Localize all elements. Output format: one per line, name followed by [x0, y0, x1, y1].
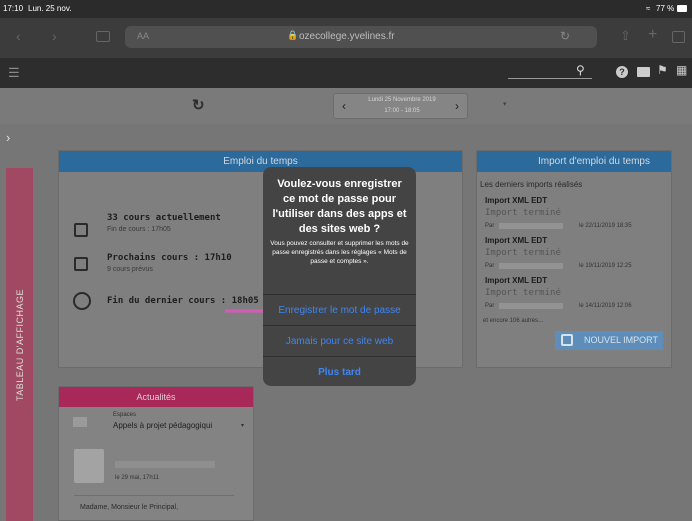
import-title[interactable]: Import XML EDT — [485, 196, 547, 205]
divider — [74, 495, 234, 496]
import-icon — [561, 334, 573, 346]
refresh-icon[interactable]: ↻ — [192, 96, 205, 114]
share-icon[interactable]: ⇧ — [620, 28, 631, 44]
expand-icon[interactable]: › — [6, 130, 10, 145]
save-password-button[interactable]: Enregistrer le mot de passe — [263, 294, 416, 325]
dialog-message: Vous pouvez consulter et supprimer les m… — [270, 240, 409, 265]
tabs-icon[interactable] — [672, 31, 685, 43]
space-label: Espaces — [113, 412, 137, 418]
address-bar[interactable]: AA 🔒 ozecollege.yvelines.fr ↻ — [125, 26, 597, 48]
news-message: Madame, Monsieur le Principal, — [80, 504, 179, 511]
redacted-name — [499, 303, 563, 309]
menu-icon[interactable]: ☰ — [8, 65, 20, 81]
redacted-name — [499, 223, 563, 229]
side-tab-tableau-affichage[interactable]: TABLEAU D'AFFICHAGE — [6, 168, 33, 521]
redacted-name — [499, 263, 563, 269]
import-author: Par — [485, 223, 495, 229]
lock-icon: 🔒 — [287, 30, 299, 40]
bookmarks-icon[interactable] — [96, 31, 110, 42]
next-courses-count: 9 cours prévus — [107, 266, 153, 273]
battery-icon — [677, 5, 687, 12]
side-tab-label: TABLEAU D'AFFICHAGE — [14, 288, 25, 401]
dialog-title: Voulez-vous enregistrer ce mot de passe … — [272, 178, 407, 235]
forward-icon[interactable]: › — [52, 28, 57, 44]
help-icon[interactable]: ? — [616, 66, 628, 78]
import-date: le 14/11/2019 12:06 — [579, 303, 632, 309]
actualites-panel: Actualités Espaces Appels à projet pédag… — [58, 386, 254, 521]
more-imports-link[interactable]: et encore 106 autres... — [483, 318, 543, 324]
import-title[interactable]: Import XML EDT — [485, 236, 547, 245]
next-courses: Prochains cours : 17h10 — [107, 253, 232, 263]
last-course-end: Fin du dernier cours : 18h05 — [107, 296, 259, 306]
redacted-author — [115, 461, 215, 468]
import-subtitle: Les derniers imports réalisés — [480, 180, 583, 189]
panel-title: Import d'emploi du temps — [477, 151, 671, 172]
back-icon[interactable]: ‹ — [16, 28, 21, 44]
never-for-site-button[interactable]: Jamais pour ce site web — [263, 325, 416, 356]
next-day-icon[interactable]: › — [455, 99, 459, 113]
panel-title: Actualités — [59, 387, 253, 407]
status-bar: 17:10 Lun. 25 nov. ≈ 77 % — [0, 0, 692, 18]
import-author: Par — [485, 303, 495, 309]
current-courses: 33 cours actuellement — [107, 213, 221, 223]
new-tab-icon[interactable]: + — [648, 26, 657, 44]
import-status: Import terminé — [485, 288, 561, 298]
url-text: ozecollege.yvelines.fr — [299, 31, 395, 42]
clock-icon — [73, 292, 91, 310]
app-navbar: ☰ ⚲ ? ⚑ ▦ — [0, 58, 692, 88]
topic-dropdown-icon[interactable]: ▾ — [241, 422, 244, 429]
bell-icon[interactable]: ⚑ — [657, 63, 668, 77]
battery-label: 77 % — [656, 4, 675, 13]
previous-day-icon[interactable]: ‹ — [342, 99, 346, 113]
avatar — [74, 449, 104, 483]
new-import-label: NOUVEL IMPORT — [583, 335, 658, 345]
calendar-icon — [74, 257, 88, 271]
search-icon[interactable]: ⚲ — [576, 63, 585, 77]
import-author: Par — [485, 263, 495, 269]
later-button[interactable]: Plus tard — [263, 356, 416, 387]
news-date: le 29 mai, 17h11 — [115, 475, 159, 481]
space-logo — [73, 417, 87, 427]
current-courses-end: Fin de cours : 17h05 — [107, 226, 171, 233]
import-status: Import terminé — [485, 248, 561, 258]
status-time: 17:10 — [3, 4, 24, 13]
mail-icon[interactable] — [637, 67, 650, 77]
new-import-button[interactable]: NOUVEL IMPORT — [555, 331, 663, 350]
search-input[interactable] — [508, 78, 592, 79]
import-date: le 22/11/2019 18:35 — [579, 223, 632, 229]
space-topic[interactable]: Appels à projet pédagogiqui — [113, 421, 212, 430]
text-size-button[interactable]: AA — [137, 31, 149, 41]
import-title[interactable]: Import XML EDT — [485, 276, 547, 285]
status-date: Lun. 25 nov. — [28, 4, 72, 13]
import-date: le 19/11/2019 12:25 — [579, 263, 632, 269]
date-selector: ‹ Lundi 25 Novembre 2019 17:00 - 18:05 › — [333, 93, 468, 119]
save-password-dialog: Voulez-vous enregistrer ce mot de passe … — [263, 167, 416, 386]
date-navigation-bar: ↻ ‹ Lundi 25 Novembre 2019 17:00 - 18:05… — [0, 88, 692, 124]
import-status: Import terminé — [485, 208, 561, 218]
calendar-icon — [74, 223, 88, 237]
date-label: Lundi 25 Novembre 2019 — [368, 97, 436, 103]
reload-icon[interactable]: ↻ — [560, 29, 570, 43]
apps-grid-icon[interactable]: ▦ — [676, 63, 687, 77]
time-range-label: 17:00 - 18:05 — [384, 108, 420, 114]
date-dropdown-icon[interactable]: ▾ — [503, 100, 507, 108]
wifi-icon: ≈ — [646, 4, 651, 13]
browser-toolbar: ‹ › AA 🔒 ozecollege.yvelines.fr ↻ ⇧ + — [0, 18, 692, 58]
